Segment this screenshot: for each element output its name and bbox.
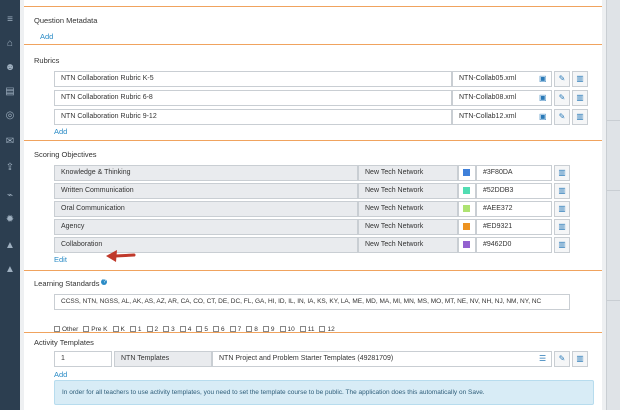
- objective-owner-field: New Tech Network: [358, 237, 458, 253]
- template-course-label: NTN Project and Problem Starter Template…: [219, 355, 394, 362]
- objective-hex-field[interactable]: #52DDB3: [476, 183, 552, 199]
- objective-hex-field[interactable]: #9462D0: [476, 237, 552, 253]
- objective-owner-field: New Tech Network: [358, 201, 458, 217]
- rubric-name-field[interactable]: NTN Collaboration Rubric 9-12: [54, 109, 452, 125]
- delete-objective-button[interactable]: ▥: [554, 183, 570, 199]
- add-rubric-link[interactable]: Add: [54, 127, 67, 136]
- section-title: Activity Templates: [34, 338, 94, 347]
- pencil-icon: ✎: [558, 74, 566, 83]
- pencil-icon: ✎: [558, 354, 566, 363]
- learning-standards-section: Learning Standards? CCSS, NTN, NGSS, AL,…: [24, 270, 602, 330]
- trash-icon: ▥: [576, 74, 584, 83]
- delete-template-button[interactable]: ▥: [572, 351, 588, 367]
- rubric-file-label: NTN-Collab05.xml: [459, 75, 517, 82]
- trash-icon: ▥: [558, 186, 566, 195]
- objective-name-field: Collaboration: [54, 237, 358, 253]
- template-name-field: NTN Templates: [114, 351, 212, 367]
- delete-objective-button[interactable]: ▥: [554, 201, 570, 217]
- trash-icon: ▥: [576, 112, 584, 121]
- objective-name-field: Knowledge & Thinking: [54, 165, 358, 181]
- delete-objective-button[interactable]: ▥: [554, 237, 570, 253]
- file-download-icon[interactable]: ▣: [539, 74, 548, 84]
- left-nav-rail: ≡ ⌂ ☻ ▤ ◎ ✉ ⇪ ⌁ ✹ ▲ ▲: [0, 0, 20, 410]
- color-swatch: [463, 241, 470, 248]
- color-swatch: [463, 205, 470, 212]
- objective-color-field[interactable]: [458, 219, 476, 235]
- objective-name-field: Oral Communication: [54, 201, 358, 217]
- list-icon[interactable]: ☰: [539, 354, 548, 364]
- delete-rubric-button[interactable]: ▥: [572, 71, 588, 87]
- users-icon[interactable]: ☻: [4, 62, 16, 74]
- learning-standards-title: Learning Standards: [34, 279, 100, 288]
- upload-icon[interactable]: ⇪: [4, 162, 16, 174]
- delete-rubric-button[interactable]: ▥: [572, 109, 588, 125]
- edit-rubric-button[interactable]: ✎: [554, 90, 570, 106]
- template-course-field[interactable]: NTN Project and Problem Starter Template…: [212, 351, 552, 367]
- objective-owner-field: New Tech Network: [358, 165, 458, 181]
- rubric-file-field[interactable]: NTN-Collab08.xml ▣: [452, 90, 552, 106]
- edit-template-button[interactable]: ✎: [554, 351, 570, 367]
- rubrics-section: Rubrics NTN Collaboration Rubric K-5 NTN…: [24, 44, 602, 140]
- delete-objective-button[interactable]: ▥: [554, 219, 570, 235]
- objective-color-field[interactable]: [458, 183, 476, 199]
- trash-icon: ▥: [576, 354, 584, 363]
- trash-icon: ▥: [558, 168, 566, 177]
- learning-standards-input[interactable]: CCSS, NTN, NGSS, AL, AK, AS, AZ, AR, CA,…: [54, 294, 570, 310]
- section-title: Rubrics: [34, 56, 60, 65]
- objective-hex-field[interactable]: #AEE372: [476, 201, 552, 217]
- document-icon[interactable]: ▤: [4, 86, 16, 98]
- objective-name-field: Agency: [54, 219, 358, 235]
- objective-color-field[interactable]: [458, 237, 476, 253]
- pencil-icon: ✎: [558, 93, 566, 102]
- alert-icon[interactable]: ▲: [4, 264, 16, 276]
- modal-panel: Question Metadata Add Rubrics NTN Collab…: [24, 0, 602, 410]
- rubric-file-field[interactable]: NTN-Collab05.xml ▣: [452, 71, 552, 87]
- target-icon[interactable]: ◎: [4, 110, 16, 122]
- objective-color-field[interactable]: [458, 165, 476, 181]
- section-title: Scoring Objectives: [34, 150, 97, 159]
- rubric-file-label: NTN-Collab08.xml: [459, 94, 517, 101]
- objective-color-field[interactable]: [458, 201, 476, 217]
- section-title: Learning Standards?: [34, 279, 108, 288]
- edit-rubric-button[interactable]: ✎: [554, 71, 570, 87]
- pencil-icon: ✎: [558, 112, 566, 121]
- alert-icon[interactable]: ▲: [4, 240, 16, 252]
- add-question-metadata-link[interactable]: Add: [40, 32, 53, 41]
- color-swatch: [463, 187, 470, 194]
- delete-rubric-button[interactable]: ▥: [572, 90, 588, 106]
- add-template-link[interactable]: Add: [54, 370, 67, 379]
- rubric-file-label: NTN-Collab12.xml: [459, 113, 517, 120]
- mail-icon[interactable]: ✉: [4, 136, 16, 148]
- edit-objectives-link[interactable]: Edit: [54, 255, 67, 264]
- file-download-icon[interactable]: ▣: [539, 112, 548, 122]
- file-download-icon[interactable]: ▣: [539, 93, 548, 103]
- gear-icon[interactable]: ✹: [4, 214, 16, 226]
- trash-icon: ▥: [558, 222, 566, 231]
- rubric-file-field[interactable]: NTN-Collab12.xml ▣: [452, 109, 552, 125]
- rubric-name-field[interactable]: NTN Collaboration Rubric K-5: [54, 71, 452, 87]
- objective-hex-field[interactable]: #3F80DA: [476, 165, 552, 181]
- annotation-arrow-icon: [106, 250, 136, 262]
- background-page-strip: [606, 0, 620, 410]
- color-swatch: [463, 169, 470, 176]
- edit-rubric-button[interactable]: ✎: [554, 109, 570, 125]
- template-info-notice: In order for all teachers to use activit…: [54, 380, 594, 405]
- bank-icon[interactable]: ⌂: [4, 38, 16, 50]
- chart-icon[interactable]: ⌁: [4, 190, 16, 202]
- template-number-field[interactable]: 1: [54, 351, 112, 367]
- delete-objective-button[interactable]: ▥: [554, 165, 570, 181]
- objective-owner-field: New Tech Network: [358, 219, 458, 235]
- trash-icon: ▥: [558, 240, 566, 249]
- question-metadata-section: Question Metadata Add: [24, 6, 602, 44]
- objective-hex-field[interactable]: #ED9321: [476, 219, 552, 235]
- objective-name-field: Written Communication: [54, 183, 358, 199]
- menu-icon[interactable]: ≡: [4, 14, 16, 26]
- trash-icon: ▥: [558, 204, 566, 213]
- color-swatch: [463, 223, 470, 230]
- trash-icon: ▥: [576, 93, 584, 102]
- section-title: Question Metadata: [34, 16, 98, 25]
- objective-owner-field: New Tech Network: [358, 183, 458, 199]
- help-icon[interactable]: ?: [101, 279, 108, 285]
- rubric-name-field[interactable]: NTN Collaboration Rubric 6-8: [54, 90, 452, 106]
